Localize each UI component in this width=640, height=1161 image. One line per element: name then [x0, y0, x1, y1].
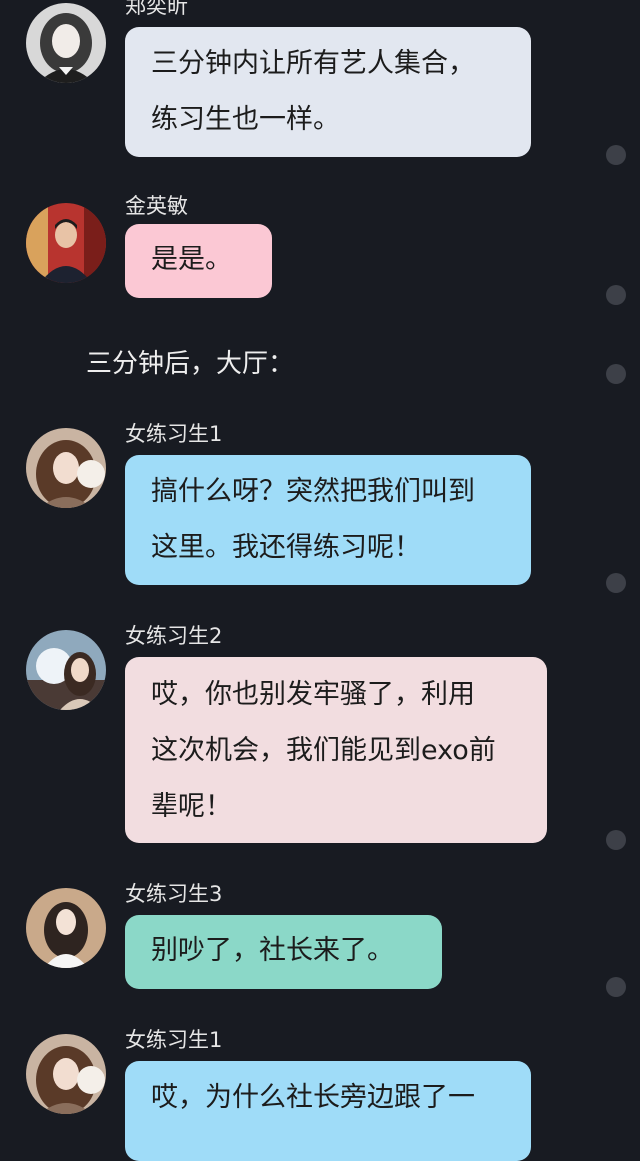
avatar[interactable] [26, 203, 106, 283]
message-line: 三分钟内让所有艺人集合， [151, 48, 475, 79]
message-line: 别吵了，社长来了。 [151, 935, 394, 966]
avatar[interactable] [26, 428, 106, 508]
message-dot [606, 977, 626, 997]
message-dot [606, 364, 626, 384]
message-bubble[interactable]: 别吵了，社长来了。 [125, 915, 442, 989]
narration-text: 三分钟后，大厅： [86, 349, 295, 379]
message-line: 练习生也一样。 [151, 104, 340, 135]
message-dot [606, 285, 626, 305]
message-line: 这里。我还得练习呢！ [151, 532, 421, 563]
message-bubble[interactable]: 哎，你也别发牢骚了，利用 这次机会，我们能见到exo前 辈呢！ [125, 657, 547, 843]
sender-name: 郑奕昕 [125, 0, 188, 18]
sender-name: 女练习生1 [125, 422, 223, 446]
message-line: 辈呢！ [151, 791, 232, 822]
avatar[interactable] [26, 888, 106, 968]
message-dot [606, 145, 626, 165]
message-line: 这次机会，我们能见到exo前 [151, 735, 496, 766]
sender-name: 女练习生2 [125, 624, 223, 648]
avatar[interactable] [26, 1034, 106, 1114]
message-dot [606, 573, 626, 593]
message-line: 是是。 [151, 244, 232, 275]
message-bubble[interactable]: 是是。 [125, 224, 272, 298]
sender-name: 女练习生3 [125, 882, 223, 906]
sender-name: 金英敏 [125, 194, 188, 218]
message-bubble[interactable]: 三分钟内让所有艺人集合， 练习生也一样。 [125, 27, 531, 157]
avatar[interactable] [26, 630, 106, 710]
message-bubble[interactable]: 搞什么呀？突然把我们叫到 这里。我还得练习呢！ [125, 455, 531, 585]
message-line: 搞什么呀？突然把我们叫到 [151, 476, 475, 507]
message-bubble[interactable]: 哎，为什么社长旁边跟了一 [125, 1061, 531, 1161]
message-line: 哎，你也别发牢骚了，利用 [151, 679, 475, 710]
message-line: 哎，为什么社长旁边跟了一 [151, 1082, 475, 1113]
sender-name: 女练习生1 [125, 1028, 223, 1052]
message-dot [606, 830, 626, 850]
avatar[interactable] [26, 3, 106, 83]
